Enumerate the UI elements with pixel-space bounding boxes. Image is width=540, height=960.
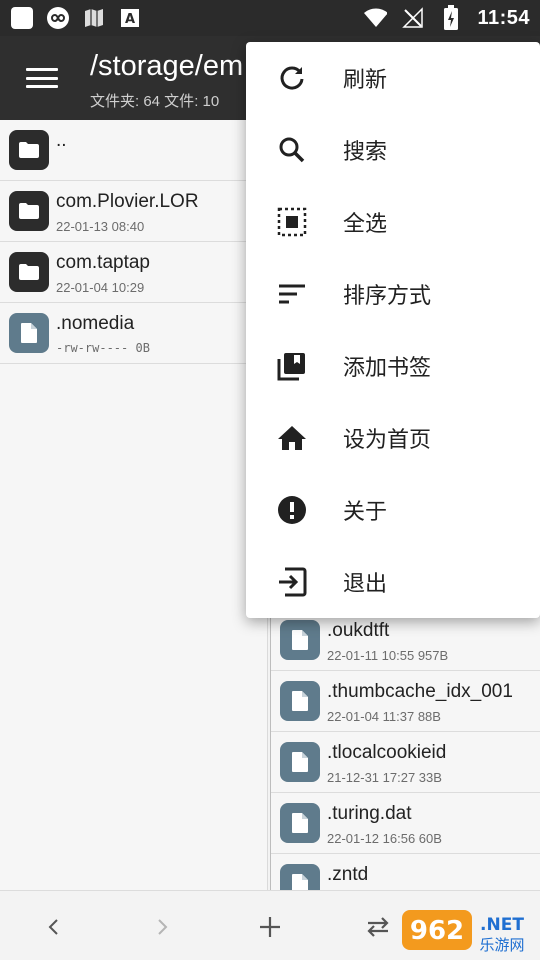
menu-item-exit[interactable]: 退出 [246,546,540,618]
hamburger-menu-icon[interactable] [22,62,62,94]
menu-item-sort[interactable]: 排序方式 [246,258,540,330]
item-meta: 22-01-04 10:29 [56,280,145,295]
status-right-icons: 11:54 [363,5,530,30]
list-item[interactable]: com.taptap 22-01-04 10:29 [0,242,267,303]
menu-item-refresh[interactable]: 刷新 [246,42,540,114]
file-icon [280,864,320,890]
item-meta: 22-01-12 16:56 60B [327,831,442,846]
left-pane: .. com.Plovier.LOR 22-01-13 08:40 com.ta… [0,120,268,890]
menu-item-label: 搜索 [343,139,388,164]
file-icon [9,313,49,353]
menu-item-label: 刷新 [343,67,388,92]
add-icon[interactable] [252,909,288,945]
svg-text:962: 962 [410,916,464,946]
menu-item-label: 关于 [343,499,388,524]
item-name: .turing.dat [327,803,412,824]
list-item[interactable]: .. [0,120,267,181]
map-icon [82,6,106,30]
current-path: /storage/em [90,50,244,82]
swap-icon[interactable] [360,909,396,945]
battery-charging-icon [439,5,463,30]
file-icon [280,742,320,782]
item-name: .thumbcache_idx_001 [327,681,513,702]
list-item[interactable]: .zntd [271,854,540,890]
watermark-logo: 962 .NET 乐游网 [402,906,532,956]
status-bar: A 11:54 [0,0,540,36]
sort-icon [276,278,308,310]
menu-item-label: 添加书签 [343,355,432,380]
item-name: .oukdtft [327,620,390,641]
file-icon [280,803,320,843]
list-item[interactable]: .nomedia -rw-rw---- 0B [0,303,267,364]
refresh-icon [276,62,308,94]
item-name: .tlocalcookieid [327,742,447,763]
menu-item-label: 设为首页 [343,427,432,452]
menu-item-label: 排序方式 [343,283,432,308]
infinity-icon [46,6,70,30]
bookmark-add-icon [276,350,308,382]
item-name: .nomedia [56,313,135,334]
menu-item-about[interactable]: 关于 [246,474,540,546]
select-all-icon [276,206,308,238]
svg-text:A: A [125,12,135,27]
menu-item-search[interactable]: 搜索 [246,114,540,186]
list-item[interactable]: com.Plovier.LOR 22-01-13 08:40 [0,181,267,242]
item-name: .zntd [327,864,369,885]
home-icon [276,422,308,454]
menu-item-select-all[interactable]: 全选 [246,186,540,258]
menu-item-label: 退出 [343,571,388,596]
info-icon [276,494,308,526]
status-left-icons: A [10,6,142,30]
wifi-icon [363,6,388,30]
list-item[interactable]: .tlocalcookieid 21-12-31 17:27 33B [271,732,540,793]
search-icon [276,134,308,166]
item-meta: 22-01-04 11:37 88B [327,709,441,724]
folder-icon [9,130,49,170]
item-name: com.Plovier.LOR [56,191,199,212]
svg-text:.NET: .NET [480,915,524,935]
menu-item-add-bookmark[interactable]: 添加书签 [246,330,540,402]
folder-icon [9,252,49,292]
svg-text:乐游网: 乐游网 [479,936,524,954]
item-meta: -rw-rw---- 0B [56,341,150,355]
item-name: .. [56,130,67,151]
menu-item-set-home[interactable]: 设为首页 [246,402,540,474]
no-signal-icon [401,6,425,30]
item-meta: 21-12-31 17:27 33B [327,770,442,785]
font-icon: A [118,6,142,30]
file-icon [280,620,320,660]
item-name: com.taptap [56,252,150,273]
app-square-icon [10,6,34,30]
list-item[interactable]: .oukdtft 22-01-11 10:55 957B [271,610,540,671]
overflow-menu: 刷新 搜索 全选 排序方式 添加书签 设为首页 关于 退出 [246,42,540,618]
forward-icon[interactable] [144,909,180,945]
file-icon [280,681,320,721]
list-item[interactable]: .turing.dat 22-01-12 16:56 60B [271,793,540,854]
menu-item-label: 全选 [343,211,388,236]
exit-icon [276,566,308,598]
clock: 11:54 [477,6,530,29]
item-meta: 22-01-13 08:40 [56,219,145,234]
back-icon[interactable] [36,909,72,945]
folder-icon [9,191,49,231]
item-meta: 22-01-11 10:55 957B [327,648,449,663]
folder-summary: 文件夹: 64 文件: 10 [90,93,220,110]
list-item[interactable]: .thumbcache_idx_001 22-01-04 11:37 88B [271,671,540,732]
right-file-list: .oukdtft 22-01-11 10:55 957B .thumbcache… [271,610,540,890]
